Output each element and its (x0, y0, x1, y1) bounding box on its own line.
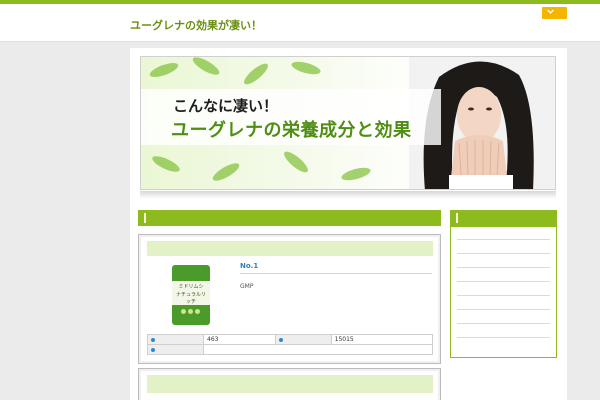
spec-value: 15015 (330, 334, 434, 345)
site-header: ユーグレナの効果が凄い！ (0, 4, 600, 42)
sidebar-row-divider (457, 309, 550, 310)
chevron-down-icon (547, 7, 554, 19)
menu-button[interactable] (542, 7, 567, 19)
sidebar-row-divider (457, 323, 550, 324)
spec-label (147, 344, 204, 355)
bullet-icon (151, 337, 155, 342)
product-card-header (147, 375, 433, 393)
product-badge-icon (181, 309, 186, 314)
product-card-header (147, 241, 433, 256)
spec-value: 463 (203, 334, 276, 345)
sidebar-row-divider (457, 337, 550, 338)
sidebar-row-divider (457, 281, 550, 282)
table-row: 463 15015 (147, 334, 434, 345)
site-title[interactable]: ユーグレナの効果が凄い！ (130, 17, 262, 33)
product-image-text: ナチュラルリッチ (175, 292, 206, 305)
main-section-header (138, 210, 441, 226)
product-image[interactable]: ミドリムシ ナチュラルリッチ (172, 265, 210, 325)
bullet-icon (278, 337, 283, 342)
sidebar-row-divider (457, 267, 550, 268)
banner-headline: こんなに凄い！ (173, 97, 279, 115)
product-description: GMP (240, 283, 254, 290)
sidebar-row-divider (457, 253, 550, 254)
spec-label (274, 334, 332, 345)
banner-shadow (140, 191, 556, 199)
spec-value (203, 344, 433, 355)
product-card: ミドリムシ ナチュラルリッチ No.1 GMP 463 15015 (138, 234, 441, 364)
product-badge-icon (195, 309, 200, 314)
section-marker (456, 213, 458, 223)
product-rank: No.1 (240, 262, 259, 270)
section-marker (144, 213, 146, 223)
hero-banner[interactable]: こんなに凄い！ ユーグレナの栄養成分と効果 (140, 56, 556, 190)
product-spec-table: 463 15015 (147, 334, 434, 355)
product-badge-icon (188, 309, 193, 314)
sidebar-row-divider (457, 295, 550, 296)
product-image-text: ミドリムシ (178, 284, 204, 290)
product-card (138, 368, 441, 400)
banner-subheadline: ユーグレナの栄養成分と効果 (171, 120, 412, 141)
bullet-icon (151, 347, 155, 352)
spec-label (147, 334, 204, 345)
sidebar-panel (450, 226, 557, 358)
table-row (147, 344, 433, 355)
sidebar-section-header (450, 210, 557, 226)
sidebar-row-divider (457, 239, 550, 240)
rank-divider (240, 273, 432, 274)
